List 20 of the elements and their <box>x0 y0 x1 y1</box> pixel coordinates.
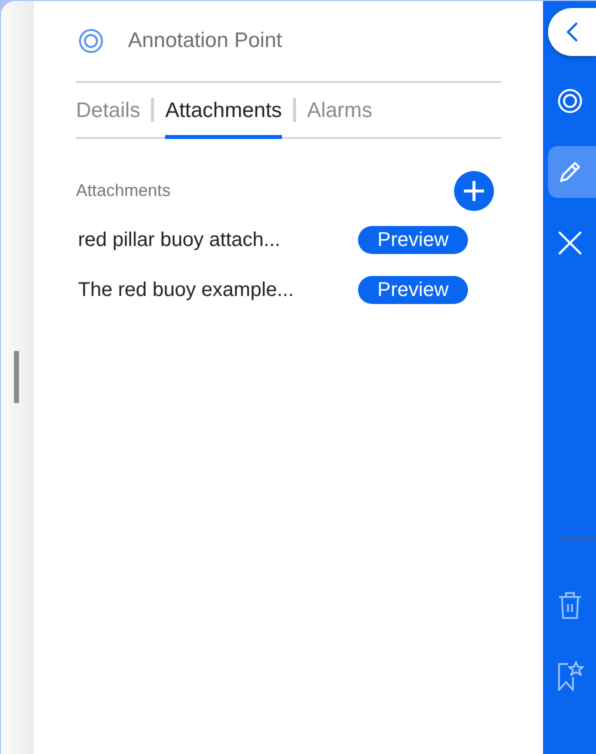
tab[interactable]: Attachments <box>165 83 282 139</box>
attachment-name: The red buoy example... <box>77 278 295 302</box>
target-icon <box>78 28 104 54</box>
tab[interactable]: Details <box>76 83 140 139</box>
plus-icon <box>463 180 485 202</box>
preview-button[interactable]: Preview <box>358 226 468 254</box>
preview-button[interactable]: Preview <box>358 276 468 304</box>
resize-handle[interactable] <box>14 350 19 402</box>
attachment-name: red pillar buoy attach... <box>77 228 282 252</box>
tab[interactable]: Alarms <box>306 83 372 139</box>
close-icon <box>556 230 582 256</box>
back-button[interactable] <box>548 8 596 56</box>
chevron-left-icon <box>565 21 579 43</box>
add-button[interactable] <box>454 171 494 211</box>
target-icon <box>556 88 582 114</box>
pencil-icon-button[interactable] <box>548 146 596 198</box>
bookmark-star-icon <box>556 660 584 692</box>
section-label: Attachments <box>76 181 170 201</box>
trash-icon <box>556 590 582 620</box>
panel-title: Annotation Point <box>128 29 282 53</box>
